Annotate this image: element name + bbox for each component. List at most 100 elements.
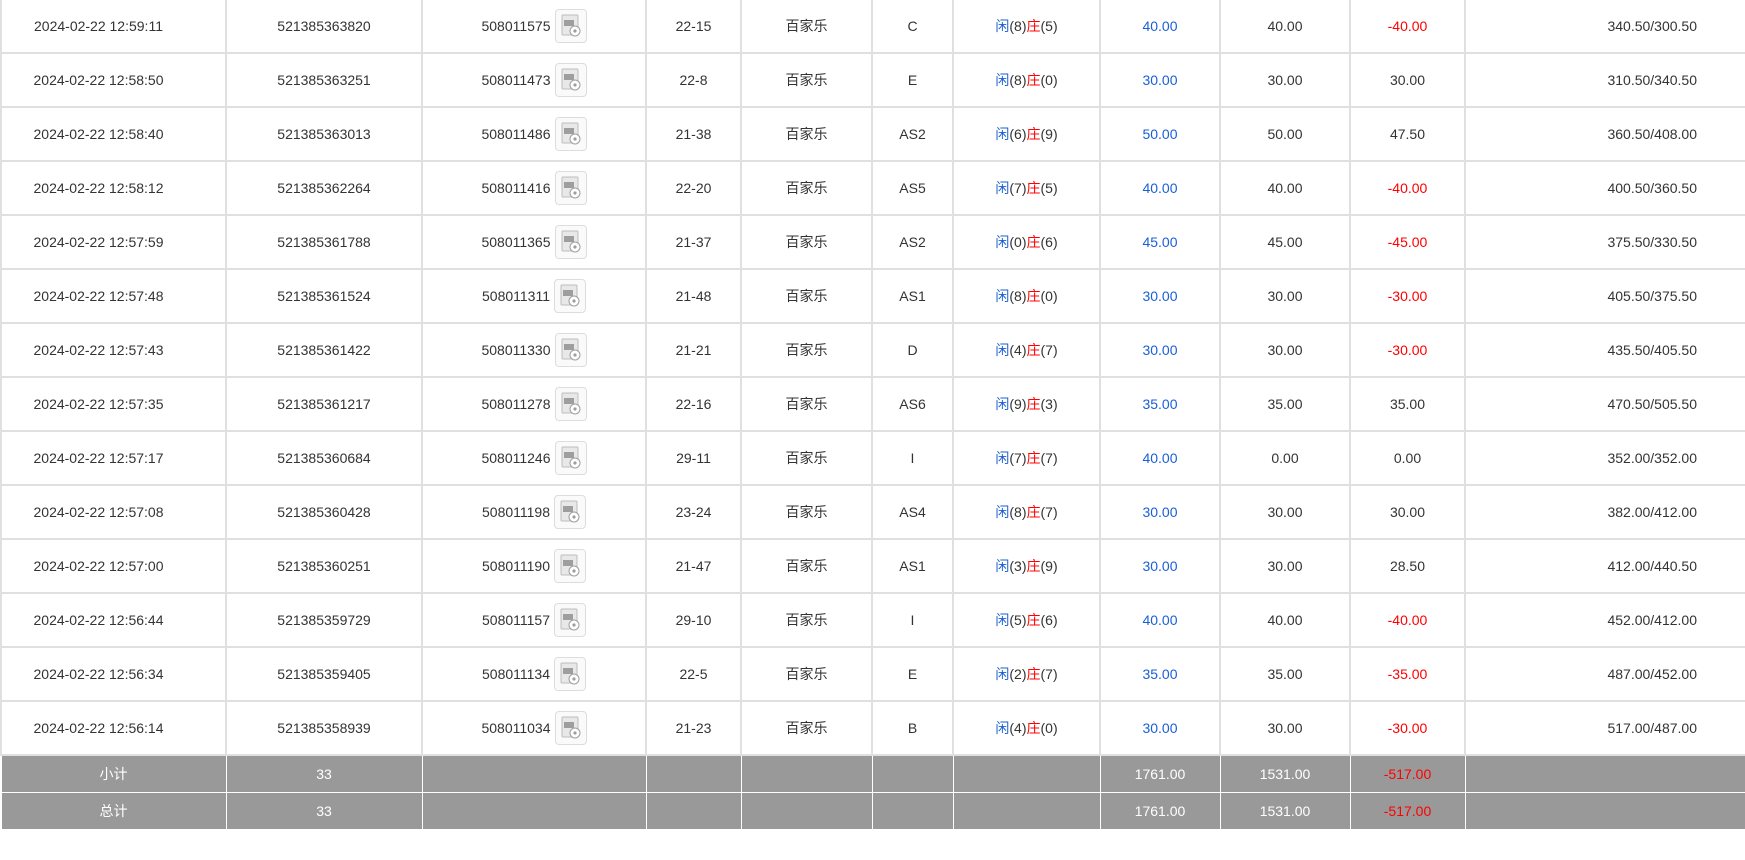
player-points: (8) bbox=[1009, 18, 1027, 34]
table-row: 2024-02-22 12:58:40 521385363013 508011486… bbox=[0, 107, 1745, 162]
player-points: (4) bbox=[1009, 720, 1027, 736]
banker-label: 庄 bbox=[1026, 18, 1041, 34]
round-cell: 508011473 bbox=[421, 53, 647, 108]
banker-label: 庄 bbox=[1026, 72, 1041, 88]
subtotal-bet: 1761.00 bbox=[1099, 754, 1221, 793]
win-loss: 30.00 bbox=[1349, 53, 1466, 108]
win-loss: -35.00 bbox=[1349, 647, 1466, 702]
bet-time: 2024-02-22 12:57:08 bbox=[0, 485, 227, 540]
game-type: 百家乐 bbox=[740, 215, 873, 270]
player-label: 闲 bbox=[995, 720, 1010, 736]
win-loss: -45.00 bbox=[1349, 215, 1466, 270]
balance-change: 340.50/300.50 bbox=[1464, 0, 1745, 54]
total-count: 33 bbox=[225, 792, 423, 830]
table-code: B bbox=[871, 701, 954, 756]
bet-time: 2024-02-22 12:57:35 bbox=[0, 377, 227, 432]
video-replay-icon[interactable] bbox=[554, 657, 586, 691]
banker-label: 庄 bbox=[1026, 126, 1041, 142]
bet-time: 2024-02-22 12:58:12 bbox=[0, 161, 227, 216]
win-loss: -30.00 bbox=[1349, 269, 1466, 324]
video-replay-icon[interactable] bbox=[554, 333, 587, 367]
video-replay-icon[interactable] bbox=[554, 495, 586, 529]
video-replay-icon[interactable] bbox=[554, 549, 586, 583]
round-id: 508011575 bbox=[481, 18, 551, 34]
round-id: 508011416 bbox=[481, 180, 551, 196]
table-code: C bbox=[871, 0, 954, 54]
video-replay-icon[interactable] bbox=[554, 225, 587, 259]
video-replay-icon[interactable] bbox=[554, 603, 586, 637]
table-row: 2024-02-22 12:57:17 521385360684 508011246… bbox=[0, 431, 1745, 486]
round-wrap: 508011034 bbox=[481, 711, 587, 745]
game-type: 百家乐 bbox=[740, 269, 873, 324]
round-id: 508011190 bbox=[482, 558, 550, 574]
balance-change: 452.00/412.00 bbox=[1464, 593, 1745, 648]
bet-history-table: 2024-02-22 12:59:11 521385363820 508011575… bbox=[0, 0, 1745, 830]
bet-amount: 35.00 bbox=[1099, 647, 1221, 702]
video-replay-icon[interactable] bbox=[554, 711, 587, 745]
balance-change: 470.50/505.50 bbox=[1464, 377, 1745, 432]
player-label: 闲 bbox=[995, 558, 1010, 574]
table-row: 2024-02-22 12:57:59 521385361788 508011365… bbox=[0, 215, 1745, 270]
table-row: 2024-02-22 12:58:12 521385362264 508011416… bbox=[0, 161, 1745, 216]
round-wrap: 508011190 bbox=[482, 549, 586, 583]
video-replay-icon[interactable] bbox=[554, 279, 586, 313]
bet-time: 2024-02-22 12:59:11 bbox=[0, 0, 227, 54]
shoe-hand: 21-21 bbox=[645, 323, 742, 378]
table-row: 2024-02-22 12:56:44 521385359729 508011157… bbox=[0, 593, 1745, 648]
game-type: 百家乐 bbox=[740, 53, 873, 108]
banker-points: (0) bbox=[1040, 288, 1058, 304]
valid-amount: 40.00 bbox=[1219, 0, 1351, 54]
balance-change: 405.50/375.50 bbox=[1464, 269, 1745, 324]
round-wrap: 508011575 bbox=[481, 9, 587, 43]
valid-amount: 50.00 bbox=[1219, 107, 1351, 162]
summary-body: 小计 33 1761.00 1531.00 -517.00 总计 33 1761… bbox=[0, 754, 1745, 830]
video-replay-icon[interactable] bbox=[554, 171, 587, 205]
banker-label: 庄 bbox=[1026, 612, 1041, 628]
video-replay-icon[interactable] bbox=[554, 441, 587, 475]
player-points: (2) bbox=[1009, 666, 1027, 682]
bet-amount: 40.00 bbox=[1099, 593, 1221, 648]
result-cell: 闲(3)庄(9) bbox=[952, 539, 1101, 594]
bet-id: 521385363013 bbox=[225, 107, 423, 162]
bet-id: 521385359729 bbox=[225, 593, 423, 648]
shoe-hand: 22-5 bbox=[645, 647, 742, 702]
player-points: (8) bbox=[1009, 72, 1027, 88]
valid-amount: 30.00 bbox=[1219, 485, 1351, 540]
game-type: 百家乐 bbox=[740, 647, 873, 702]
bet-amount: 45.00 bbox=[1099, 215, 1221, 270]
table-row: 2024-02-22 12:57:48 521385361524 508011311… bbox=[0, 269, 1745, 324]
video-replay-icon[interactable] bbox=[554, 387, 587, 421]
round-wrap: 508011134 bbox=[482, 657, 586, 691]
win-loss: 30.00 bbox=[1349, 485, 1466, 540]
player-label: 闲 bbox=[995, 342, 1010, 358]
player-points: (4) bbox=[1009, 342, 1027, 358]
result-cell: 闲(8)庄(5) bbox=[952, 0, 1101, 54]
player-points: (6) bbox=[1009, 126, 1027, 142]
video-replay-icon[interactable] bbox=[554, 63, 587, 97]
win-loss: -40.00 bbox=[1349, 161, 1466, 216]
shoe-hand: 29-11 bbox=[645, 431, 742, 486]
win-loss: 35.00 bbox=[1349, 377, 1466, 432]
table-row: 2024-02-22 12:57:00 521385360251 508011190… bbox=[0, 539, 1745, 594]
round-wrap: 508011246 bbox=[481, 441, 587, 475]
banker-points: (0) bbox=[1040, 720, 1058, 736]
video-replay-icon[interactable] bbox=[554, 9, 587, 43]
video-replay-icon[interactable] bbox=[554, 117, 587, 151]
banker-label: 庄 bbox=[1026, 450, 1041, 466]
result-cell: 闲(4)庄(0) bbox=[952, 701, 1101, 756]
banker-label: 庄 bbox=[1026, 504, 1041, 520]
result-cell: 闲(7)庄(5) bbox=[952, 161, 1101, 216]
valid-amount: 40.00 bbox=[1219, 161, 1351, 216]
total-row: 总计 33 1761.00 1531.00 -517.00 bbox=[0, 792, 1745, 830]
banker-label: 庄 bbox=[1026, 342, 1041, 358]
table-code: AS1 bbox=[871, 539, 954, 594]
player-label: 闲 bbox=[995, 396, 1010, 412]
table-body: 2024-02-22 12:59:11 521385363820 508011575… bbox=[0, 0, 1745, 756]
bet-amount: 30.00 bbox=[1099, 53, 1221, 108]
banker-points: (9) bbox=[1040, 558, 1058, 574]
total-valid: 1531.00 bbox=[1219, 792, 1351, 830]
table-code: AS1 bbox=[871, 269, 954, 324]
shoe-hand: 21-48 bbox=[645, 269, 742, 324]
round-cell: 508011190 bbox=[421, 539, 647, 594]
round-wrap: 508011330 bbox=[481, 333, 587, 367]
